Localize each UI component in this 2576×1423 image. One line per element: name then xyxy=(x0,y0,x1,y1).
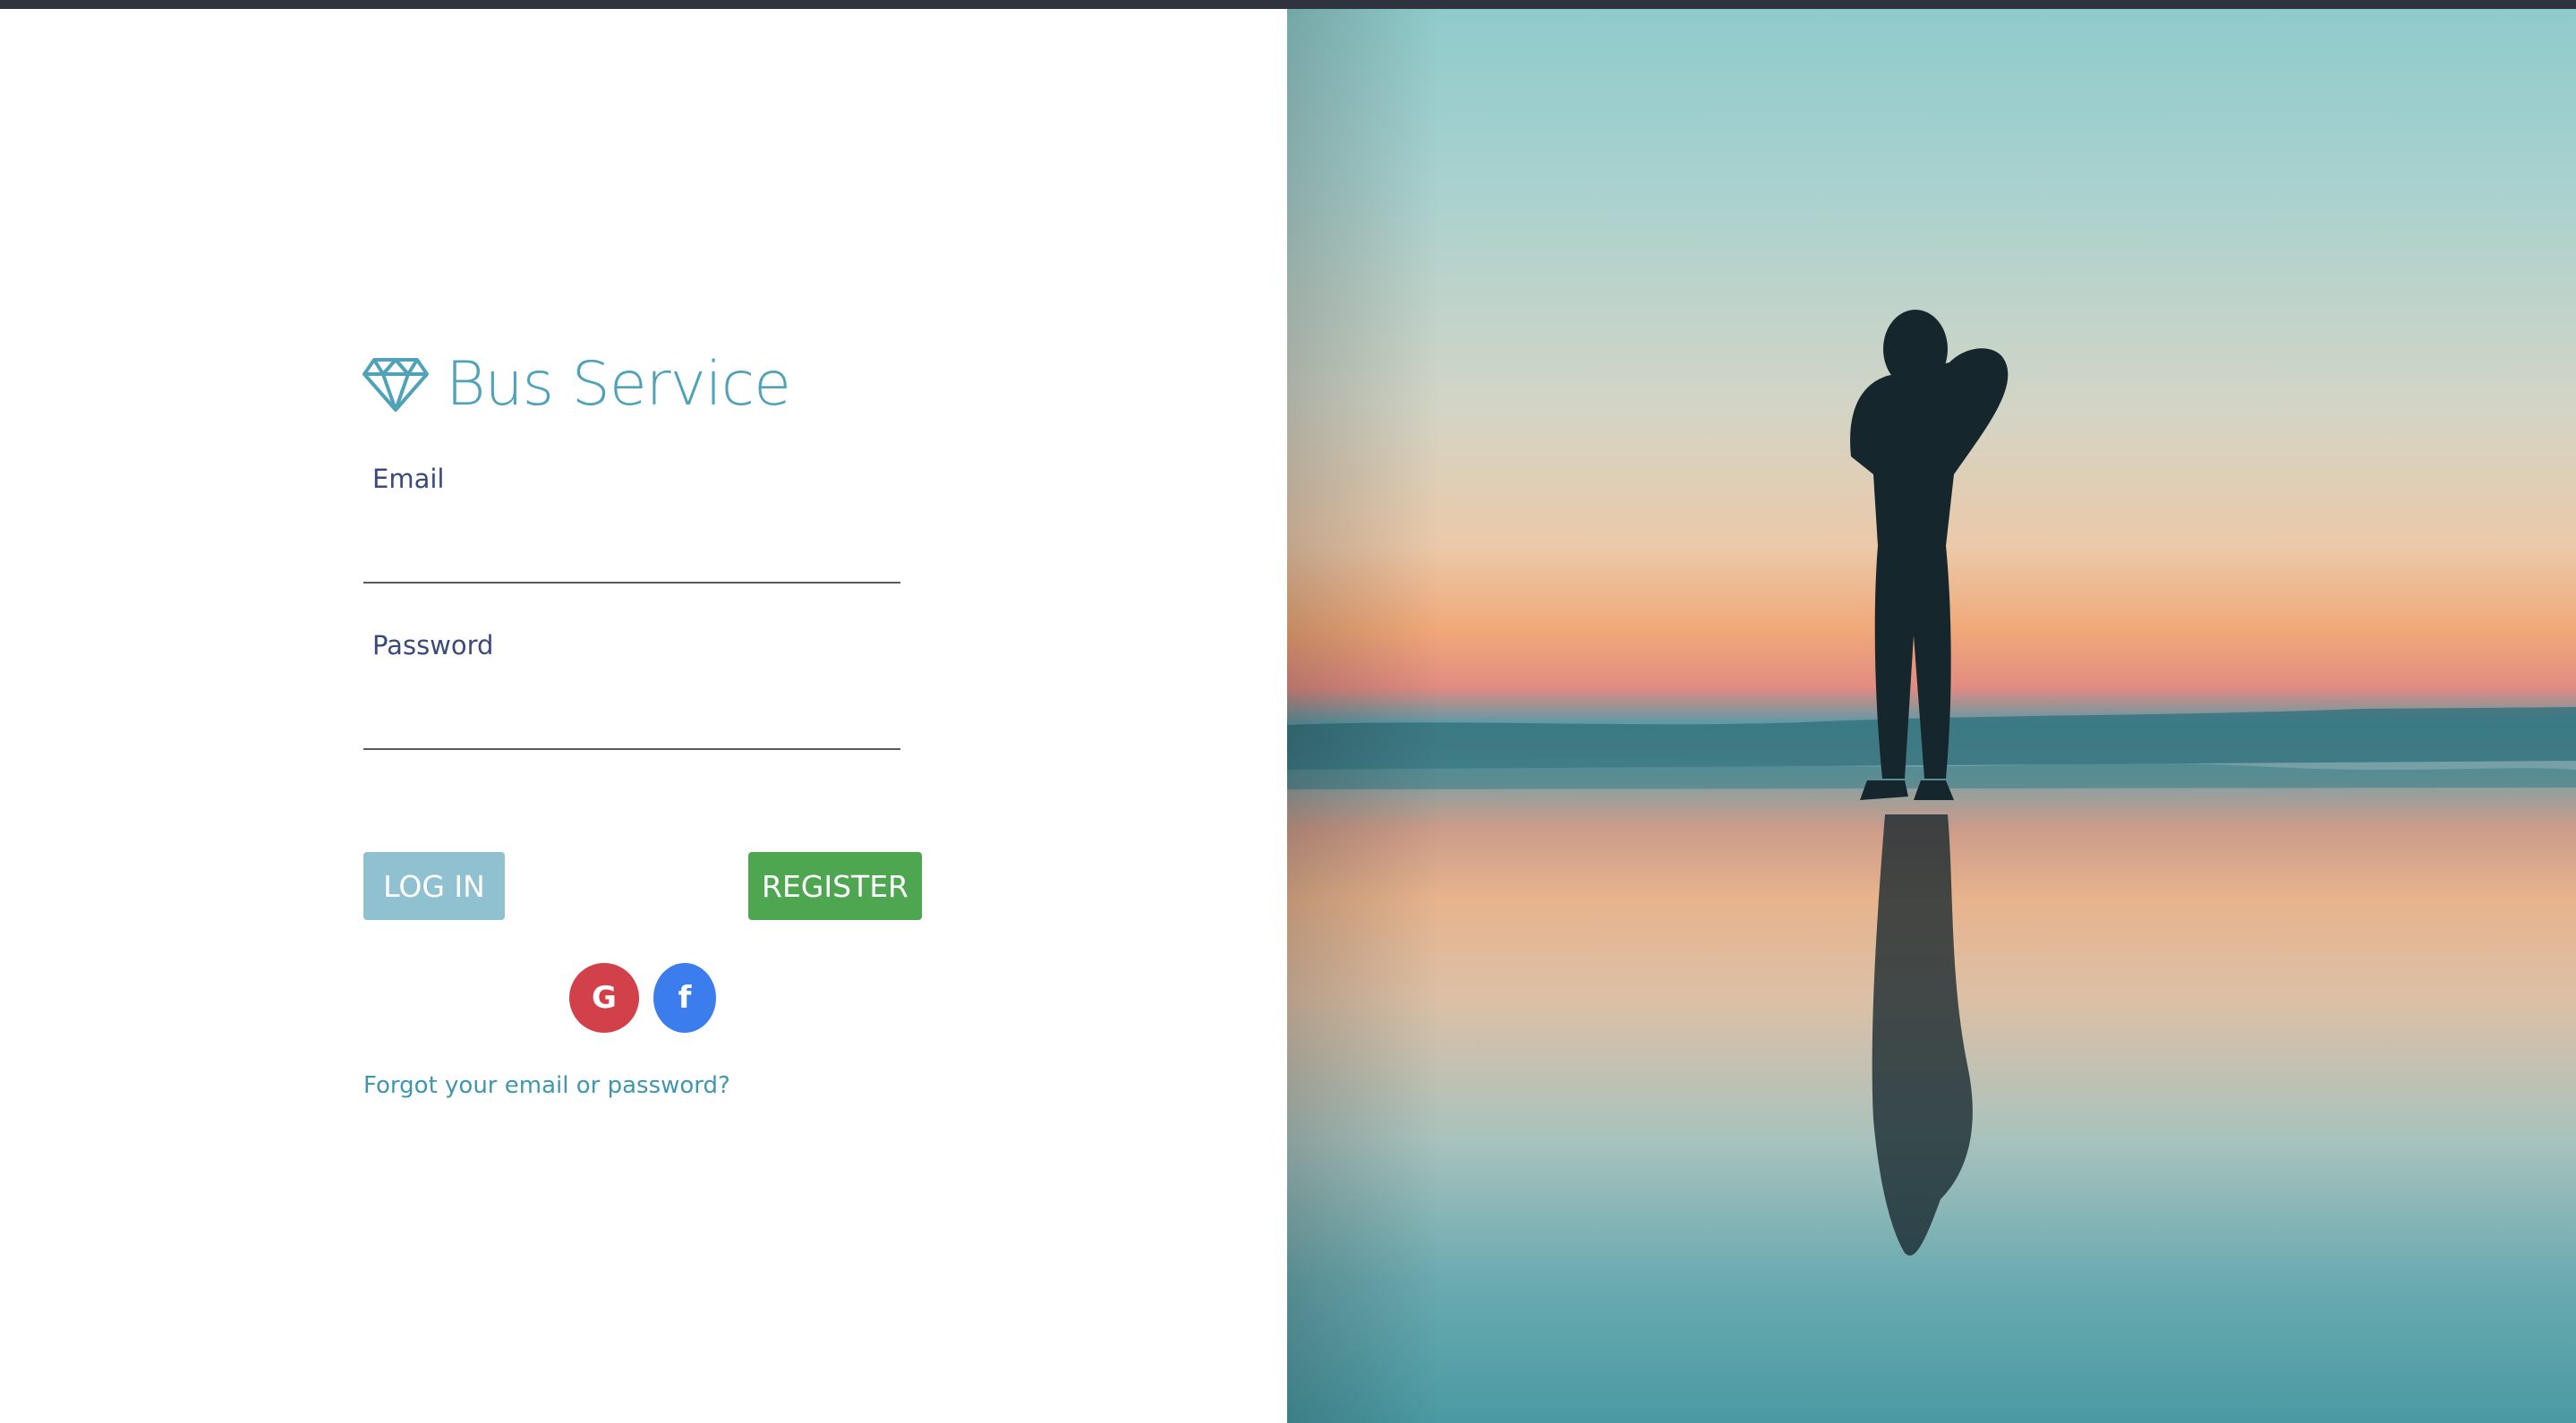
email-field[interactable] xyxy=(363,530,900,584)
app-title: Bus Service xyxy=(446,349,791,420)
password-label: Password xyxy=(372,630,494,660)
facebook-login-button[interactable]: f xyxy=(653,963,716,1033)
login-button[interactable]: LOG IN xyxy=(363,852,505,920)
google-login-button[interactable]: G xyxy=(569,963,639,1033)
brand: Bus Service xyxy=(362,340,791,430)
beach-silhouette-photo xyxy=(1287,9,2576,1423)
google-icon: G xyxy=(592,980,617,1016)
facebook-icon: f xyxy=(678,980,692,1016)
diamond-icon xyxy=(362,357,430,413)
login-panel: Bus Service Email Password LOG IN REGIST… xyxy=(0,9,1287,1423)
email-label: Email xyxy=(372,464,445,494)
forgot-credentials-link[interactable]: Forgot your email or password? xyxy=(363,1072,730,1099)
hero-image xyxy=(1287,9,2576,1423)
password-field[interactable] xyxy=(363,696,900,750)
top-bar xyxy=(0,0,2576,9)
register-button[interactable]: REGISTER xyxy=(748,852,922,920)
